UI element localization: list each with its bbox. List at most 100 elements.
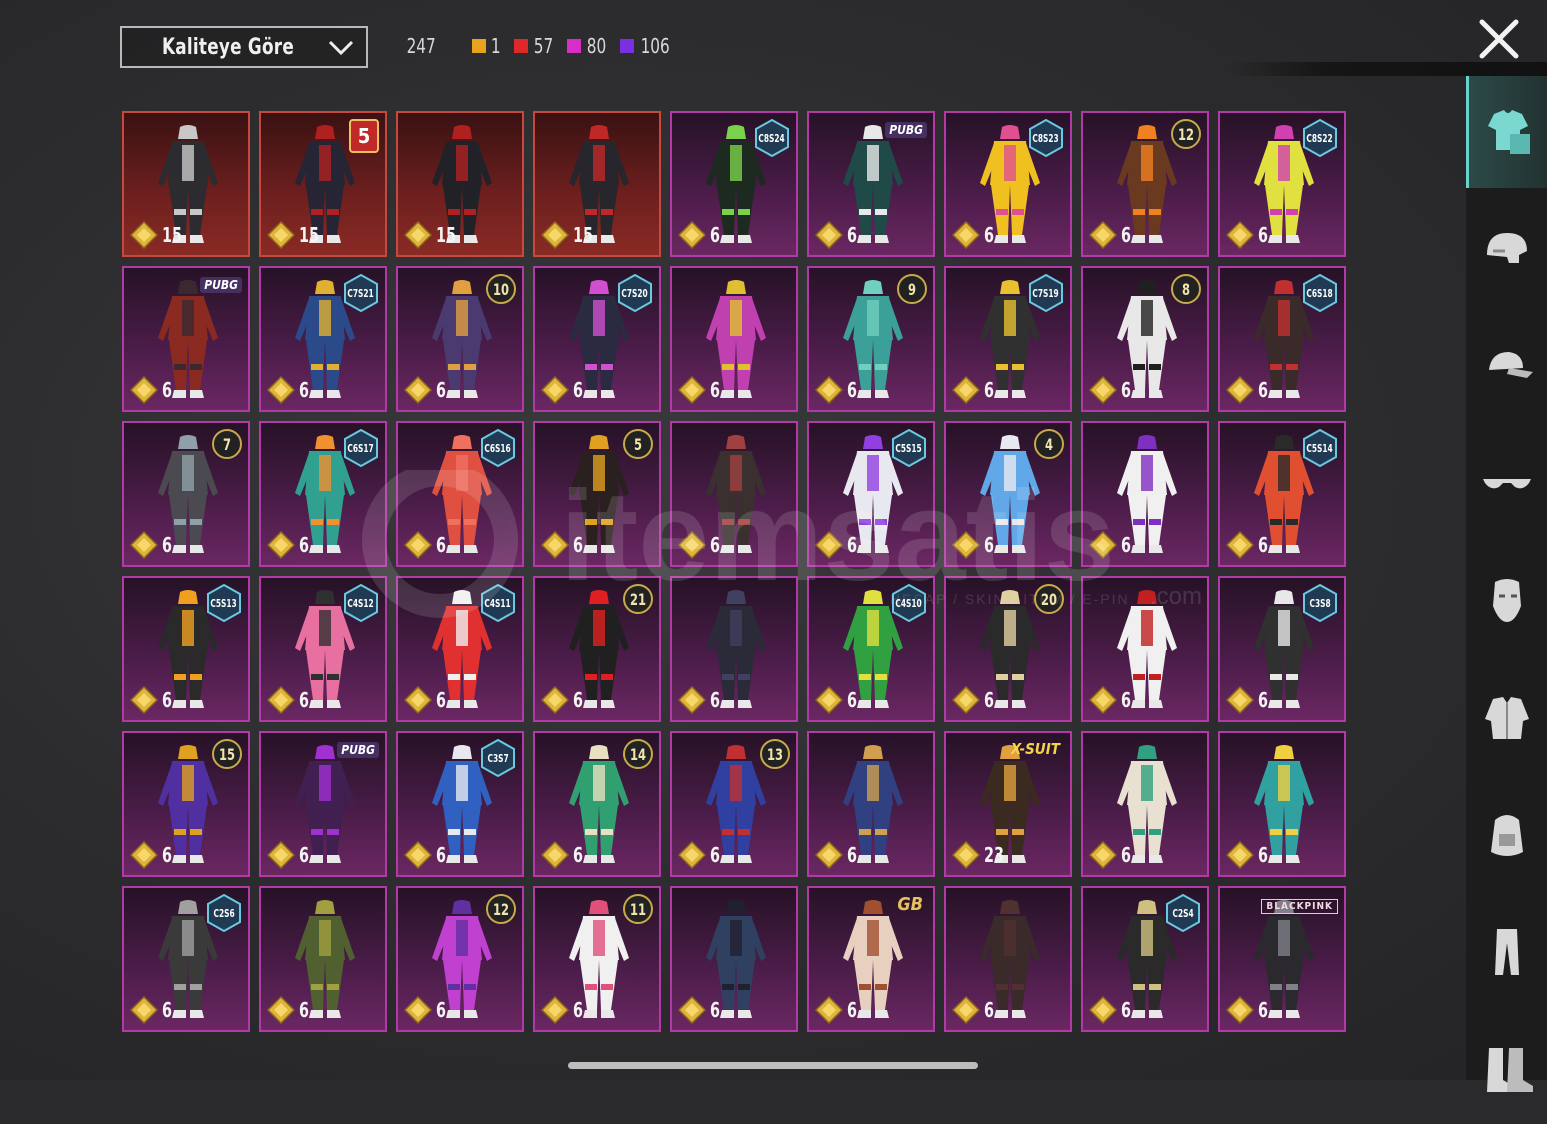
coin-icon xyxy=(404,841,432,869)
outfit-card[interactable]: 23 X-SUIT xyxy=(944,731,1072,877)
outfit-card[interactable]: 15 xyxy=(533,111,661,257)
coin-icon xyxy=(267,996,295,1024)
season-badge: C8S22 xyxy=(1302,119,1338,157)
collab-badge: PUBG xyxy=(337,742,379,758)
outfit-card[interactable]: 67 xyxy=(122,421,250,567)
sidebar-item-mask[interactable] xyxy=(1466,544,1547,656)
outfit-card[interactable]: 6 xyxy=(670,886,798,1032)
coin-icon xyxy=(404,221,432,249)
outfit-card[interactable]: 6 C8S24 xyxy=(670,111,798,257)
season-badge: C4S10 xyxy=(891,584,927,622)
coin-icon xyxy=(541,841,569,869)
jacket-icon xyxy=(1484,697,1529,739)
sidebar-item-helmet[interactable] xyxy=(1466,193,1547,305)
close-icon[interactable] xyxy=(1476,16,1522,62)
coin-icon xyxy=(815,221,843,249)
outfit-card[interactable]: 6 PUBG xyxy=(122,266,250,412)
outfit-card[interactable]: 6 C3S7 xyxy=(396,731,524,877)
outfit-card[interactable]: 6 C7S19 xyxy=(944,266,1072,412)
season-hex-badge: C6S17 xyxy=(343,429,379,467)
outfit-card[interactable]: 6 C5S15 xyxy=(807,421,935,567)
outfit-card[interactable]: 6 PUBG xyxy=(807,111,935,257)
outfit-card[interactable]: 6 14 xyxy=(533,731,661,877)
badge-label: C6S17 xyxy=(347,441,375,455)
outfit-card[interactable]: 6 C6S16 xyxy=(396,421,524,567)
season-badge: PUBG xyxy=(337,739,379,758)
outfit-card[interactable]: 6 C8S23 xyxy=(944,111,1072,257)
outfit-card[interactable]: 6 12 xyxy=(396,886,524,1032)
quality-swatch xyxy=(566,39,581,53)
outfit-card[interactable]: 6 C4S11 xyxy=(396,576,524,722)
outfit-card[interactable]: 6 xyxy=(944,886,1072,1032)
sidebar-item-jacket[interactable] xyxy=(1466,661,1547,773)
season-badge: PUBG xyxy=(200,274,242,293)
price-tag: 15 xyxy=(404,221,461,249)
price-value: 6 xyxy=(436,998,447,1022)
outfit-card[interactable]: 6 21 xyxy=(533,576,661,722)
outfit-card[interactable]: 6 C4S10 xyxy=(807,576,935,722)
collab-badge: X-SUIT xyxy=(1010,740,1060,758)
outfit-card[interactable]: 6 C5S14 xyxy=(1218,421,1346,567)
outfit-card[interactable]: 6 C4S12 xyxy=(259,576,387,722)
outfit-card[interactable]: 6 C6S18 xyxy=(1218,266,1346,412)
sort-dropdown[interactable]: Kaliteye Göre xyxy=(120,26,368,68)
sidebar-item-sunglasses[interactable] xyxy=(1466,427,1547,539)
outfit-card[interactable]: 6 15 xyxy=(122,731,250,877)
sidebar-item-pants[interactable] xyxy=(1466,895,1547,1007)
coin-icon xyxy=(1226,686,1254,714)
outfit-card[interactable]: 6 BLACKPINK xyxy=(1218,886,1346,1032)
coin-icon xyxy=(541,996,569,1024)
coin-icon xyxy=(267,841,295,869)
outfit-card[interactable]: 6 20 xyxy=(944,576,1072,722)
outfit-card[interactable]: 6 C3S8 xyxy=(1218,576,1346,722)
outfit-card[interactable]: 69 xyxy=(807,266,935,412)
outfit-card[interactable]: 6 12 xyxy=(1081,111,1209,257)
outfit-card[interactable]: 65 xyxy=(533,421,661,567)
price-tag: 6 xyxy=(815,221,860,249)
outfit-card[interactable]: 6 xyxy=(670,266,798,412)
season-badge: PUBG xyxy=(885,119,927,138)
outfit-card[interactable]: 6 xyxy=(1081,421,1209,567)
outfit-card[interactable]: 68 xyxy=(1081,266,1209,412)
season-badge: C5S15 xyxy=(891,429,927,467)
outfit-card[interactable]: 6 11 xyxy=(533,886,661,1032)
outfit-card[interactable]: 6 xyxy=(1081,731,1209,877)
sidebar-item-backpack[interactable] xyxy=(1466,778,1547,890)
outfit-card[interactable]: 6 xyxy=(1218,731,1346,877)
sidebar-item-cap[interactable] xyxy=(1466,310,1547,422)
outfit-card[interactable]: 6 xyxy=(670,576,798,722)
outfit-card[interactable]: 6 C6S17 xyxy=(259,421,387,567)
coin-icon xyxy=(678,841,706,869)
sidebar-item-outfit[interactable] xyxy=(1466,76,1547,188)
outfit-card[interactable]: 6 C7S21 xyxy=(259,266,387,412)
level-badge: 5 xyxy=(349,119,379,153)
outfit-card[interactable]: 6 xyxy=(1081,576,1209,722)
outfit-card[interactable]: 6 C2S6 xyxy=(122,886,250,1032)
outfit-card[interactable]: 6 C5S13 xyxy=(122,576,250,722)
outfit-card[interactable]: 6 xyxy=(259,886,387,1032)
price-tag: 6 xyxy=(267,996,312,1024)
outfit-card[interactable]: 6 PUBG xyxy=(259,731,387,877)
coin-icon xyxy=(1089,841,1117,869)
season-hex-badge: C8S22 xyxy=(1302,119,1338,157)
outfit-card[interactable]: 6 13 xyxy=(670,731,798,877)
outfit-card[interactable]: 64 xyxy=(944,421,1072,567)
season-hex-badge: C5S14 xyxy=(1302,429,1338,467)
outfit-card[interactable]: 6 xyxy=(670,421,798,567)
badge-label: 13 xyxy=(766,744,784,764)
outfit-card[interactable]: 15 xyxy=(122,111,250,257)
royale-pass-badge: 10 xyxy=(486,274,516,304)
outfit-card[interactable]: 6 10 xyxy=(396,266,524,412)
sidebar-item-boots[interactable] xyxy=(1466,1012,1547,1124)
outfit-card[interactable]: 6 GB xyxy=(807,886,935,1032)
price-tag: 6 xyxy=(678,686,723,714)
outfit-card[interactable]: 15 xyxy=(396,111,524,257)
quality-count-1: 57 xyxy=(513,34,555,58)
season-badge: C7S19 xyxy=(1028,274,1064,312)
coin-icon xyxy=(130,996,158,1024)
outfit-card[interactable]: 6 C7S20 xyxy=(533,266,661,412)
outfit-card[interactable]: 6 C8S22 xyxy=(1218,111,1346,257)
outfit-card[interactable]: 15 5 xyxy=(259,111,387,257)
outfit-card[interactable]: 6 C2S4 xyxy=(1081,886,1209,1032)
outfit-card[interactable]: 6 xyxy=(807,731,935,877)
